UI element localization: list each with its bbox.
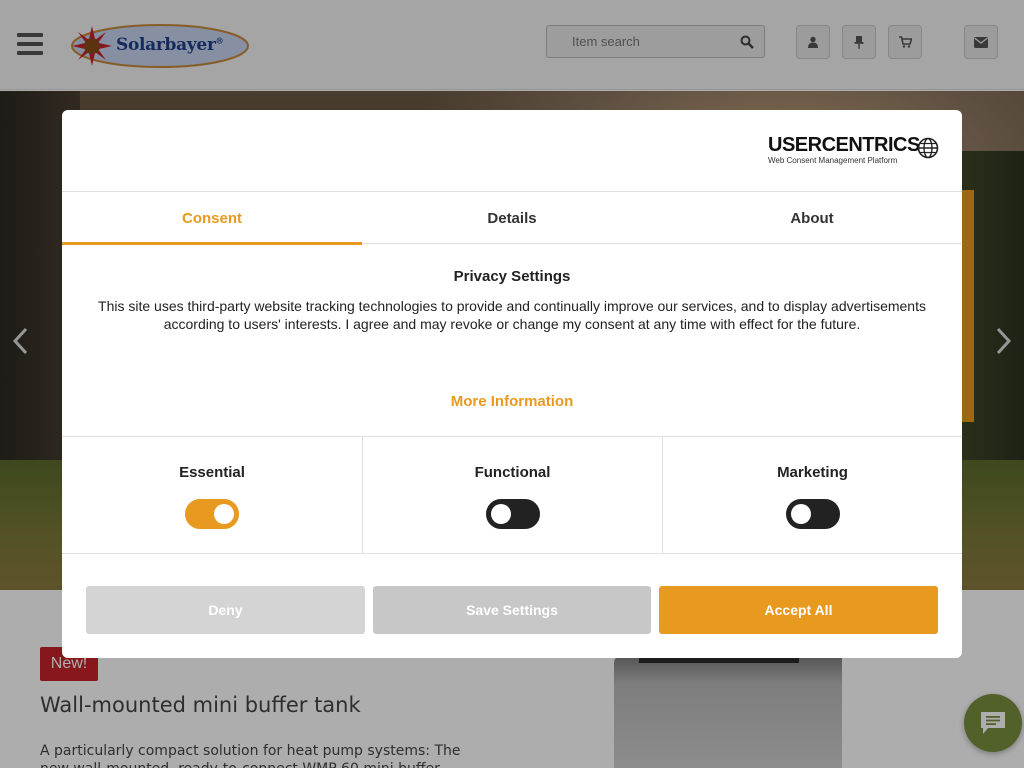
marketing-toggle[interactable] [786, 499, 840, 529]
toggle-knob [491, 504, 511, 524]
usercentrics-logo: USERCENTRICS Web Consent Management Plat… [768, 134, 920, 166]
accept-all-button[interactable]: Accept All [659, 586, 938, 634]
privacy-settings-text: This site uses third-party website track… [98, 298, 926, 332]
consent-dialog: USERCENTRICS Web Consent Management Plat… [62, 110, 962, 658]
globe-icon[interactable] [917, 137, 939, 159]
usercentrics-name: USERCENTRICS [768, 134, 920, 156]
category-functional: Functional [362, 437, 662, 554]
tab-consent[interactable]: Consent [62, 192, 362, 245]
category-label: Essential [179, 464, 245, 481]
category-marketing: Marketing [662, 437, 962, 554]
more-information-link[interactable]: More Information [62, 393, 962, 410]
toggle-knob [791, 504, 811, 524]
category-label: Marketing [777, 464, 848, 481]
consent-dialog-header: USERCENTRICS Web Consent Management Plat… [62, 110, 962, 192]
deny-button[interactable]: Deny [86, 586, 365, 634]
toggle-knob [214, 504, 234, 524]
tab-details[interactable]: Details [362, 192, 662, 244]
category-label: Functional [474, 464, 551, 481]
privacy-settings-title: Privacy Settings [453, 268, 571, 285]
consent-tabs: Consent Details About [62, 192, 962, 245]
tab-about[interactable]: About [662, 192, 962, 244]
functional-toggle[interactable] [486, 499, 540, 529]
category-essential: Essential [62, 437, 362, 554]
save-settings-button[interactable]: Save Settings [373, 586, 651, 634]
usercentrics-tagline: Web Consent Management Platform [768, 156, 898, 165]
essential-toggle[interactable] [185, 499, 239, 529]
consent-categories: Essential Functional Marketing [62, 436, 962, 554]
